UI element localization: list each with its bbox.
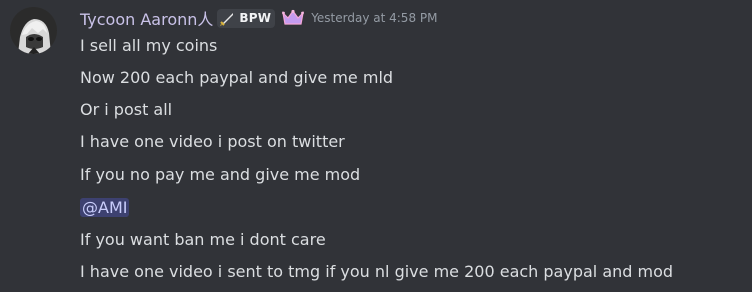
message-line: I have one video i sent to tmg if you nl… [80,262,674,281]
message-line: I have one video i post on twitter [80,132,345,151]
timestamp[interactable]: Yesterday at 4:58 PM [311,11,437,25]
crown-icon[interactable] [281,9,305,27]
server-tag-text: BPW [239,11,272,25]
user-mention[interactable]: @AMI [80,198,130,217]
avatar-image [10,7,57,54]
message-line: Now 200 each paypal and give me mld [80,68,394,87]
message-line: If you want ban me i dont care [80,230,326,249]
message-line: I sell all my coins [80,36,218,55]
server-tag[interactable]: BPW [217,8,276,28]
chat-message-group: Tycoon Aaronn人 BPW Yesterday at 4:58 PM … [0,0,752,292]
message-line: @AMI [80,197,130,219]
sword-icon [219,10,236,27]
message-header: Tycoon Aaronn人 BPW Yesterday at 4:58 PM [80,6,437,30]
message-line: Or i post all [80,100,173,119]
message-line: If you no pay me and give me mod [80,165,361,184]
username[interactable]: Tycoon Aaronn人 [80,6,213,30]
avatar[interactable] [10,7,57,54]
